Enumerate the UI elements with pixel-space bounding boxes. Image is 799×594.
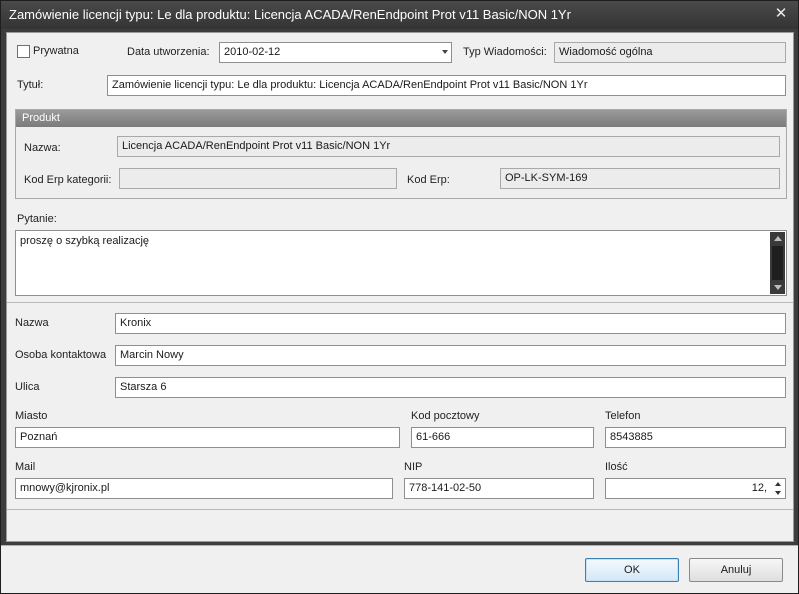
message-type-field: Wiadomość ogólna: [554, 42, 786, 63]
private-checkbox[interactable]: [17, 45, 30, 58]
scroll-thumb[interactable]: [772, 246, 783, 280]
zip-label: Kod pocztowy: [411, 410, 480, 422]
scroll-down-icon[interactable]: [774, 285, 782, 290]
city-value: Poznań: [20, 431, 58, 443]
product-name-value: Licencja ACADA/RenEndpoint Prot v11 Basi…: [122, 140, 391, 152]
company-name-value: Kronix: [120, 317, 152, 329]
quantity-label: Ilość: [605, 461, 628, 473]
mail-label: Mail: [15, 461, 36, 473]
mail-value: mnowy@kjronix.pl: [20, 482, 110, 494]
title-label: Tytuł:: [17, 79, 44, 91]
product-name-label: Nazwa:: [24, 142, 61, 154]
contact-person-label: Osoba kontaktowa: [15, 349, 107, 361]
created-date-label: Data utworzenia:: [127, 46, 210, 58]
spin-down-icon[interactable]: [775, 491, 781, 495]
spin-buttons[interactable]: [773, 481, 783, 496]
city-input[interactable]: Poznań: [15, 427, 400, 448]
quantity-value: 12,: [751, 482, 767, 494]
chevron-down-icon[interactable]: [442, 50, 448, 54]
street-label: Ulica: [15, 381, 40, 393]
erp-category-label: Kod Erp kategorii:: [24, 174, 112, 186]
zip-value: 61-666: [416, 431, 451, 443]
contact-person-input[interactable]: Marcin Nowy: [115, 345, 786, 366]
phone-label: Telefon: [605, 410, 641, 422]
title-input-value: Zamówienie licencji typu: Le dla produkt…: [112, 79, 588, 91]
close-icon[interactable]: ✕: [772, 5, 790, 23]
cancel-button[interactable]: Anuluj: [689, 558, 783, 582]
created-date-combo[interactable]: 2010-02-12: [219, 42, 452, 63]
erp-code-field: OP-LK-SYM-169: [500, 168, 780, 189]
nip-input[interactable]: 778-141-02-50: [404, 478, 594, 499]
company-name-label: Nazwa: [15, 317, 49, 329]
city-label: Miasto: [15, 410, 48, 422]
question-label: Pytanie:: [17, 213, 57, 225]
message-type-value: Wiadomość ogólna: [559, 46, 653, 58]
window-title: Zamówienie licencji typu: Le dla produkt…: [9, 7, 571, 22]
street-value: Starsza 6: [120, 381, 167, 393]
quantity-stepper[interactable]: 12,: [605, 478, 786, 499]
erp-code-label: Kod Erp:: [407, 174, 450, 186]
mail-input[interactable]: mnowy@kjronix.pl: [15, 478, 393, 499]
product-group: Produkt Nazwa: Licencja ACADA/RenEndpoin…: [15, 109, 787, 199]
scroll-up-icon[interactable]: [774, 236, 782, 241]
nip-value: 778-141-02-50: [409, 482, 482, 494]
bottom-divider: [7, 509, 793, 510]
product-group-header: Produkt: [16, 110, 786, 127]
spin-up-icon[interactable]: [775, 482, 781, 486]
erp-code-value: OP-LK-SYM-169: [505, 172, 588, 184]
erp-category-field: [119, 168, 397, 189]
product-name-field: Licencja ACADA/RenEndpoint Prot v11 Basi…: [117, 136, 780, 157]
private-label: Prywatna: [33, 45, 79, 57]
question-textarea[interactable]: proszę o szybką realizację: [15, 230, 787, 296]
message-type-label: Typ Wiadomości:: [463, 46, 547, 58]
nip-label: NIP: [404, 461, 423, 473]
dialog-window: Zamówienie licencji typu: Le dla produkt…: [0, 0, 799, 594]
form-body: Prywatna Data utworzenia: 2010-02-12 Typ…: [6, 32, 794, 542]
street-input[interactable]: Starsza 6: [115, 377, 786, 398]
zip-input[interactable]: 61-666: [411, 427, 594, 448]
title-bar[interactable]: Zamówienie licencji typu: Le dla produkt…: [1, 1, 798, 29]
ok-button[interactable]: OK: [585, 558, 679, 582]
company-name-input[interactable]: Kronix: [115, 313, 786, 334]
question-scrollbar[interactable]: [770, 232, 785, 294]
phone-input[interactable]: 8543885: [605, 427, 786, 448]
contact-person-value: Marcin Nowy: [120, 349, 184, 361]
title-input[interactable]: Zamówienie licencji typu: Le dla produkt…: [107, 75, 786, 96]
section-divider: [7, 302, 793, 303]
button-bar: OK Anuluj: [1, 545, 798, 593]
phone-value: 8543885: [610, 431, 653, 443]
question-text: proszę o szybką realizację: [20, 235, 150, 247]
created-date-value: 2010-02-12: [224, 46, 281, 58]
